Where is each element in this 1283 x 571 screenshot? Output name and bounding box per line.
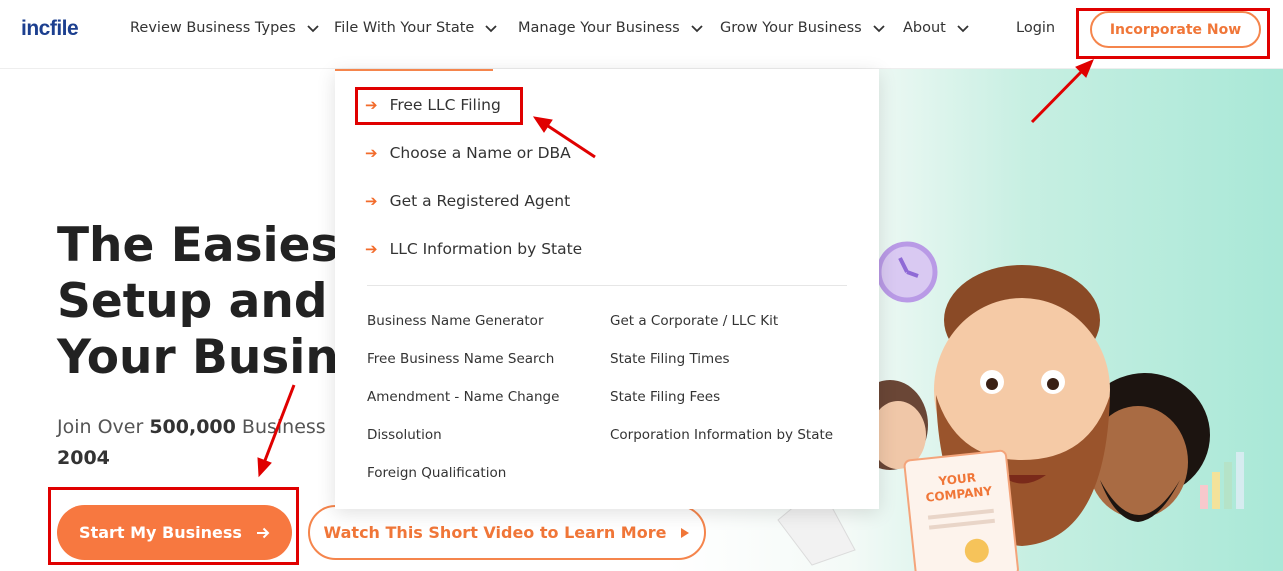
nav-label: File With Your State — [334, 20, 475, 36]
link-amendment-name-change[interactable]: Amendment - Name Change — [367, 389, 559, 405]
nav-review-business-types[interactable]: Review Business Types — [130, 20, 320, 36]
annotation-box-start-business — [48, 487, 299, 565]
link-free-business-name-search[interactable]: Free Business Name Search — [367, 351, 554, 367]
clock-icon — [876, 241, 938, 303]
nav-grow-your-business[interactable]: Grow Your Business — [720, 20, 886, 36]
play-icon — [681, 527, 690, 538]
link-corporation-info-by-state[interactable]: Corporation Information by State — [610, 427, 833, 443]
chevron-down-icon — [691, 25, 703, 33]
hero-sub-suffix: Business — [235, 416, 326, 438]
link-foreign-qualification[interactable]: Foreign Qualification — [367, 465, 506, 481]
link-state-filing-fees[interactable]: State Filing Fees — [610, 389, 720, 405]
dropdown-accent-bar — [335, 69, 493, 71]
file-with-your-state-dropdown: ➔ Free LLC Filing ➔ Choose a Name or DBA… — [335, 69, 879, 509]
hero-sub-count: 500,000 — [149, 416, 236, 438]
hero-sub-year: 2004 — [57, 447, 110, 469]
link-state-filing-times[interactable]: State Filing Times — [610, 351, 730, 367]
incfile-logo[interactable]: incfile — [21, 17, 79, 41]
hero-subtitle: Join Over 500,000 Business 2004 — [57, 412, 326, 474]
menu-item-label: Choose a Name or DBA — [389, 144, 571, 162]
arrow-right-icon: ➔ — [365, 144, 378, 162]
chevron-down-icon — [873, 25, 885, 33]
menu-item-label: LLC Information by State — [389, 240, 583, 258]
menu-item-llc-info-by-state[interactable]: ➔ LLC Information by State — [365, 240, 582, 258]
menu-item-registered-agent[interactable]: ➔ Get a Registered Agent — [365, 192, 570, 210]
chevron-down-icon — [957, 25, 969, 33]
link-dissolution[interactable]: Dissolution — [367, 427, 442, 443]
menu-item-choose-name-dba[interactable]: ➔ Choose a Name or DBA — [365, 144, 571, 162]
video-button-label: Watch This Short Video to Learn More — [323, 523, 667, 542]
nav-label: Grow Your Business — [720, 20, 862, 36]
chevron-down-icon — [485, 25, 497, 33]
chevron-down-icon — [307, 25, 319, 33]
nav-manage-your-business[interactable]: Manage Your Business — [518, 20, 704, 36]
link-corporate-llc-kit[interactable]: Get a Corporate / LLC Kit — [610, 313, 778, 329]
nav-label: Manage Your Business — [518, 20, 680, 36]
hero-sub-prefix: Join Over — [57, 416, 150, 438]
annotation-box-incorporate — [1076, 8, 1270, 59]
nav-label: Review Business Types — [130, 20, 296, 36]
menu-item-label: Get a Registered Agent — [389, 192, 571, 210]
annotation-box-free-llc — [355, 87, 523, 125]
link-business-name-generator[interactable]: Business Name Generator — [367, 313, 544, 329]
dropdown-divider — [367, 285, 847, 286]
nav-about[interactable]: About — [903, 20, 970, 36]
nav-file-with-your-state[interactable]: File With Your State — [334, 20, 498, 36]
arrow-right-icon: ➔ — [365, 240, 378, 258]
nav-label: About — [903, 20, 946, 36]
arrow-right-icon: ➔ — [365, 192, 378, 210]
watch-video-button[interactable]: Watch This Short Video to Learn More — [308, 505, 706, 560]
login-link[interactable]: Login — [1016, 20, 1055, 36]
